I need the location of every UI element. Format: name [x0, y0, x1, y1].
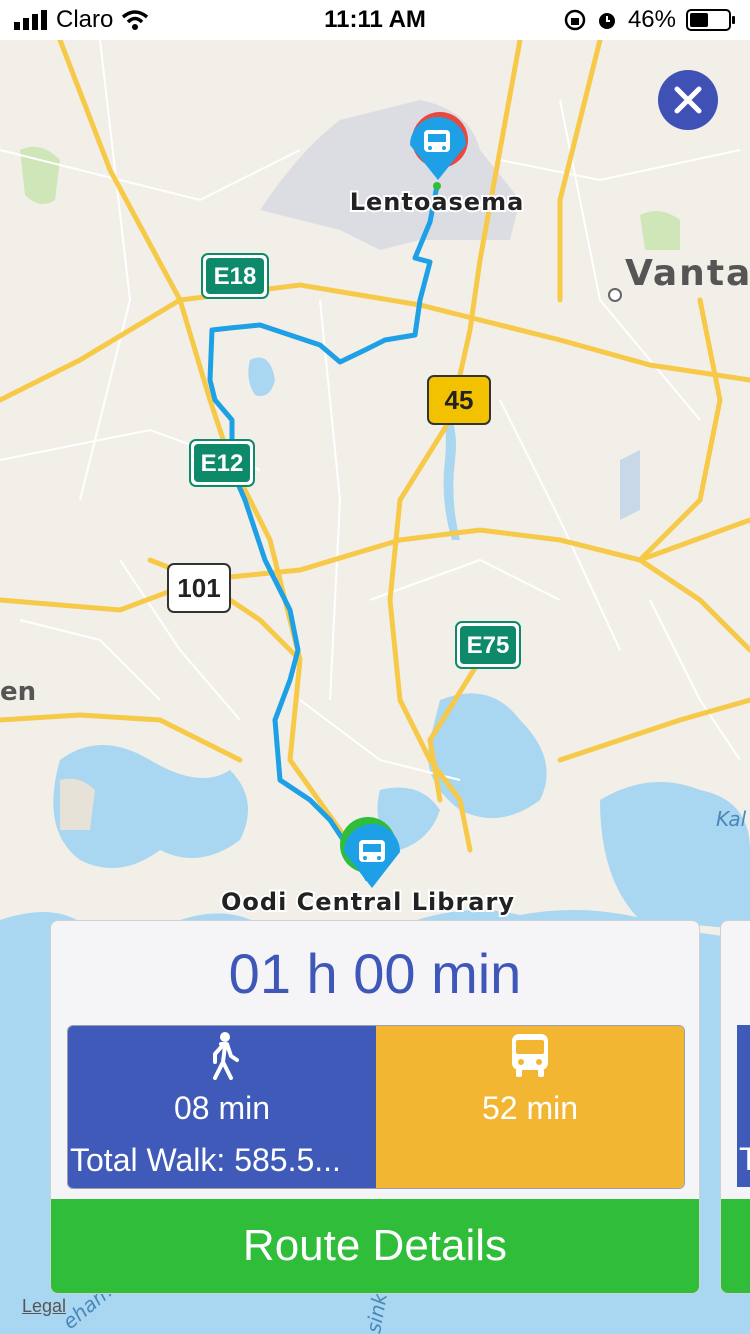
- battery-percent: 46%: [627, 6, 676, 33]
- bus-segment: 52 min: [376, 1026, 684, 1188]
- shield-101: 101: [167, 563, 231, 613]
- shield-e75: E75: [455, 621, 521, 669]
- next-card-partial-text: T: [739, 1141, 750, 1178]
- battery-icon: [686, 9, 735, 31]
- next-route-card[interactable]: T: [720, 920, 750, 1294]
- park-area: [60, 778, 95, 830]
- origin-label: Oodi Central Library: [221, 888, 515, 916]
- walk-segment: 08 min Total Walk: 585.5...: [68, 1026, 376, 1188]
- city-label: Vantaa: [625, 253, 750, 294]
- route-details-button[interactable]: Route Details: [51, 1199, 699, 1293]
- shield-e18: E18: [201, 253, 269, 299]
- rotation-lock-icon: [564, 9, 586, 31]
- close-button[interactable]: [658, 70, 718, 130]
- park-area: [20, 146, 60, 204]
- city-marker: [608, 288, 622, 302]
- close-icon: [674, 86, 702, 114]
- walking-person-icon: [213, 1032, 239, 1080]
- status-bar: Claro 11:11 AM 46%: [0, 0, 750, 40]
- shield-101-label: 101: [177, 573, 220, 603]
- walk-total: Total Walk: 585.5...: [70, 1142, 341, 1178]
- route-segments: 08 min Total Walk: 585.5... 52 min: [67, 1025, 685, 1189]
- shield-e18-label: E18: [214, 263, 257, 290]
- shield-e12: E12: [189, 439, 255, 487]
- bus-icon: [512, 1034, 548, 1077]
- partial-right-label: Kal: [716, 807, 747, 831]
- shield-e75-label: E75: [467, 632, 510, 659]
- destination-label: Lentoasema: [350, 188, 525, 216]
- park-area: [640, 211, 680, 250]
- next-walk-segment: T: [737, 1025, 750, 1187]
- legal-link[interactable]: Legal: [22, 1296, 66, 1317]
- alarm-icon: [598, 13, 615, 29]
- route-card[interactable]: 01 h 00 min 08 min Total Walk: 585.5...: [50, 920, 700, 1294]
- bus-time: 52 min: [481, 1090, 579, 1126]
- walk-time: 08 min: [173, 1090, 271, 1126]
- shield-e12-label: E12: [201, 450, 244, 477]
- shield-45: 45: [427, 375, 491, 425]
- route-duration: 01 h 00 min: [228, 942, 522, 1005]
- partial-left-label: en: [0, 677, 36, 707]
- next-route-details-button[interactable]: [721, 1199, 750, 1293]
- shield-45-label: 45: [445, 385, 474, 415]
